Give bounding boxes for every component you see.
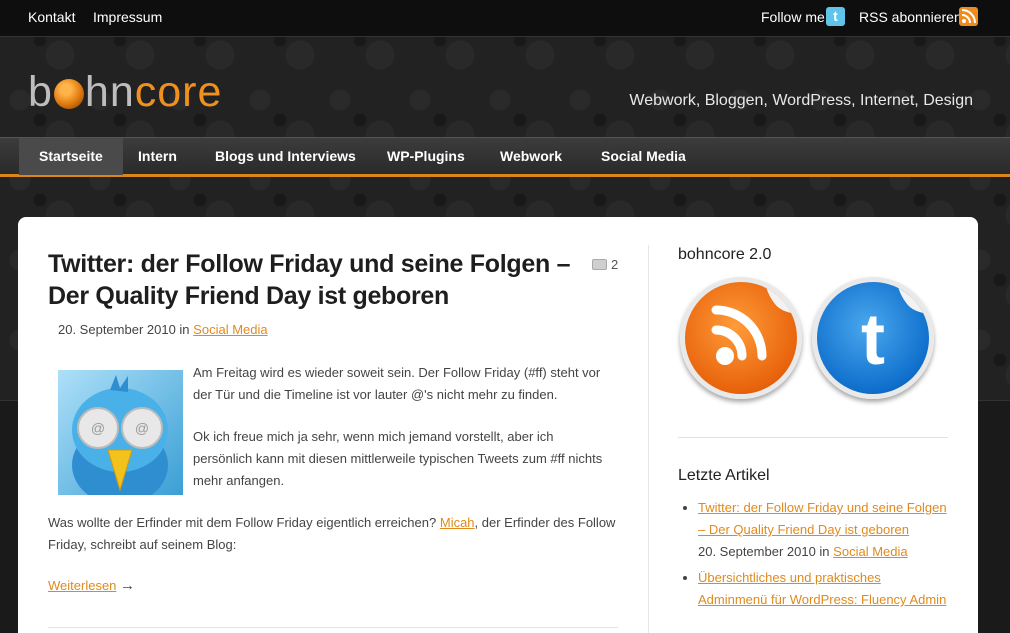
- rss-badge-icon[interactable]: [680, 277, 802, 399]
- comment-count-value: 2: [611, 257, 619, 272]
- post-date: 20. September 2010 in: [58, 322, 190, 337]
- read-more: Weiterlesen →: [48, 577, 135, 594]
- main-navigation: Startseite Intern Blogs und Interviews W…: [0, 137, 1010, 177]
- list-item: Twitter: der Follow Friday und seine Fol…: [698, 497, 950, 563]
- svg-text:t: t: [861, 300, 885, 380]
- micah-link[interactable]: Micah: [440, 515, 475, 530]
- post-title[interactable]: Twitter: der Follow Friday und seine Fol…: [48, 248, 588, 312]
- site-logo[interactable]: b hncore: [28, 68, 222, 116]
- list-item: Übersichtliches und praktisches Adminmen…: [698, 567, 950, 611]
- logo-text-b: b: [28, 68, 53, 116]
- nav-item-wp-plugins[interactable]: WP-Plugins: [367, 138, 485, 175]
- post-divider: [48, 627, 618, 628]
- logo-text-core: core: [134, 68, 223, 116]
- post-meta: 20. September 2010 in Social Media: [58, 322, 268, 337]
- sidebar-heading-latest: Letzte Artikel: [678, 467, 770, 484]
- sidebar-divider: [678, 437, 948, 438]
- twitter-bird-image: @ @: [58, 370, 183, 495]
- post-paragraph-3: Was wollte der Erfinder mit dem Follow F…: [48, 512, 623, 556]
- follow-me-link[interactable]: Follow me: [761, 9, 825, 25]
- latest-article-date: 20. September 2010 in: [698, 544, 830, 559]
- nav-item-blogs-interviews[interactable]: Blogs und Interviews: [195, 138, 376, 175]
- sidebar-heading-bohncore: bohncore 2.0: [678, 246, 772, 263]
- post-paragraph-3-text-a: Was wollte der Erfinder mit dem Follow F…: [48, 515, 437, 530]
- svg-text:@: @: [91, 420, 105, 436]
- arrow-right-icon: →: [120, 577, 136, 594]
- site-tagline: Webwork, Bloggen, WordPress, Internet, D…: [629, 92, 973, 109]
- latest-articles-list: Twitter: der Follow Friday und seine Fol…: [680, 497, 950, 615]
- top-bar: Kontakt Impressum Follow me t RSS abonni…: [0, 0, 1010, 37]
- post-paragraph-2: Ok ich freue mich ja sehr, wenn mich jem…: [193, 429, 603, 488]
- twitter-icon[interactable]: t: [826, 7, 845, 26]
- nav-item-webwork[interactable]: Webwork: [480, 138, 582, 175]
- latest-article-link[interactable]: Twitter: der Follow Friday und seine Fol…: [698, 500, 947, 537]
- column-divider: [648, 245, 649, 633]
- nav-item-social-media[interactable]: Social Media: [581, 138, 706, 175]
- post-paragraph-1: Am Freitag wird es wieder soweit sein. D…: [193, 365, 601, 402]
- nav-item-startseite[interactable]: Startseite: [19, 138, 123, 175]
- rss-icon[interactable]: [959, 7, 978, 26]
- latest-article-category-link[interactable]: Social Media: [833, 544, 907, 559]
- comment-icon: [592, 259, 607, 270]
- post-category-link[interactable]: Social Media: [193, 322, 267, 337]
- twitter-badge-icon[interactable]: t: [812, 277, 934, 399]
- latest-article-link[interactable]: Übersichtliches und praktisches Adminmen…: [698, 570, 946, 607]
- logo-text-hn: hn: [84, 68, 135, 116]
- read-more-link[interactable]: Weiterlesen: [48, 578, 116, 593]
- kontakt-link[interactable]: Kontakt: [28, 9, 75, 25]
- nav-item-intern[interactable]: Intern: [118, 138, 197, 175]
- svg-text:@: @: [135, 420, 149, 436]
- comment-count[interactable]: 2: [592, 257, 618, 272]
- impressum-link[interactable]: Impressum: [93, 9, 162, 25]
- globe-icon: [53, 79, 84, 109]
- rss-subscribe-link[interactable]: RSS abonnieren: [859, 9, 962, 25]
